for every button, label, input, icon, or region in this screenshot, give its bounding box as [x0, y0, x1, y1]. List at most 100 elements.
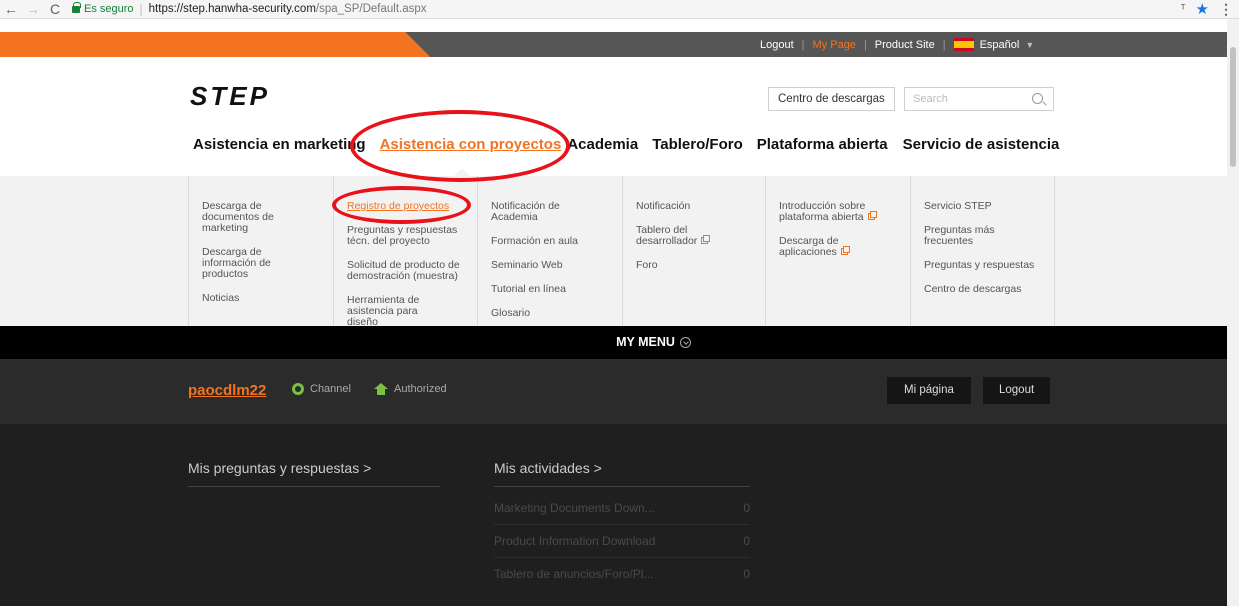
- menu-item[interactable]: Descarga de información de productos: [202, 247, 297, 280]
- my-menu-bar[interactable]: MY MENU: [0, 326, 1227, 359]
- chevron-down-icon: [679, 337, 691, 348]
- list-item[interactable]: Tablero de anuncios/Foro/Pl... 0: [494, 558, 750, 591]
- url-path: /spa_SP/Default.aspx: [315, 3, 427, 15]
- mega-menu: Descarga de documentos de marketing Desc…: [0, 176, 1227, 326]
- menu-item[interactable]: Notificación de Academia: [491, 201, 581, 223]
- menu-col-projects: Registro de proyectos Preguntas y respue…: [333, 176, 477, 326]
- utility-links: Logout | My Page | Product Site | Españo…: [760, 32, 1034, 57]
- home-icon: [374, 383, 388, 395]
- menu-item[interactable]: Preguntas y respuestas técn. del proyect…: [347, 225, 472, 247]
- activity-count: 0: [743, 567, 750, 581]
- mypage-link[interactable]: My Page: [813, 39, 856, 51]
- secure-label: Es seguro: [84, 3, 134, 15]
- page-scrollbar[interactable]: [1227, 19, 1239, 606]
- authorized-badge: Authorized: [374, 383, 447, 395]
- username-link[interactable]: paocdlm22: [188, 382, 266, 399]
- divider: |: [863, 38, 867, 51]
- caret-down-icon[interactable]: ▼: [1025, 40, 1034, 50]
- menu-item-app-download[interactable]: Descarga de aplicaciones: [779, 236, 869, 258]
- list-item[interactable]: Marketing Documents Down... 0: [494, 492, 750, 525]
- forward-icon[interactable]: →: [22, 0, 44, 19]
- menu-item[interactable]: Formación en aula: [491, 236, 616, 247]
- menu-item-label: Descarga de aplicaciones: [779, 235, 839, 258]
- menu-item[interactable]: Glosario: [491, 308, 616, 319]
- search-icon[interactable]: [1032, 93, 1043, 104]
- site-header: STEP Centro de descargas Asistencia en m…: [0, 69, 1227, 176]
- step-logo[interactable]: STEP: [190, 81, 270, 112]
- divider: [494, 486, 750, 487]
- external-link-icon: [867, 211, 877, 220]
- menu-item[interactable]: Noticias: [202, 293, 327, 304]
- menu-item[interactable]: Notificación: [636, 201, 761, 212]
- menu-col-open-platform: Introducción sobre plataforma abierta De…: [765, 176, 910, 326]
- activity-label: Marketing Documents Down...: [494, 501, 655, 515]
- divider: |: [801, 38, 805, 51]
- channel-icon: [292, 383, 304, 395]
- divider: |: [942, 38, 946, 51]
- authorized-label: Authorized: [394, 383, 447, 395]
- channel-badge: Channel: [292, 383, 351, 395]
- nav-board-forum[interactable]: Tablero/Foro: [652, 136, 743, 153]
- list-item[interactable]: Product Information Download 0: [494, 525, 750, 558]
- external-link-icon: [701, 235, 711, 244]
- browser-toolbar: ← → C Es seguro | https://step.hanwha-se…: [0, 0, 1239, 19]
- dropdown-pointer: [454, 168, 470, 176]
- security-indicator[interactable]: Es seguro: [72, 1, 134, 15]
- activities-section-title[interactable]: Mis actividades >: [494, 460, 602, 476]
- my-menu-label: MY MENU: [616, 335, 675, 349]
- menu-col-board: Notificación Tablero del desarrollador F…: [622, 176, 765, 326]
- menu-item[interactable]: Servicio STEP: [924, 201, 1049, 212]
- menu-item[interactable]: Preguntas más frecuentes: [924, 225, 1014, 247]
- menu-item[interactable]: Centro de descargas: [924, 284, 1049, 295]
- logout-button[interactable]: Logout: [983, 377, 1051, 404]
- lock-icon: [72, 1, 81, 15]
- activity-label: Product Information Download: [494, 534, 656, 548]
- search-input[interactable]: [905, 88, 1025, 110]
- divider: [188, 486, 440, 487]
- menu-item[interactable]: Herramienta de asistencia para diseño: [347, 295, 447, 327]
- address-bar[interactable]: https://step.hanwha-security.com/spa_SP/…: [149, 3, 427, 15]
- my-dashboard: Mis preguntas y respuestas > Mis activid…: [0, 424, 1227, 606]
- extension-icon[interactable]: ᵀ: [1181, 3, 1186, 15]
- menu-item[interactable]: Solicitud de producto de demostración (m…: [347, 260, 472, 282]
- back-icon[interactable]: ←: [0, 0, 22, 19]
- menu-col-support: Servicio STEP Preguntas más frecuentes P…: [910, 176, 1055, 326]
- top-logout-link[interactable]: Logout: [760, 39, 794, 51]
- menu-item[interactable]: Foro: [636, 260, 761, 271]
- my-page-button[interactable]: Mi página: [887, 377, 971, 404]
- nav-open-platform[interactable]: Plataforma abierta: [757, 136, 888, 153]
- language-selector[interactable]: Español: [980, 39, 1020, 51]
- activity-count: 0: [743, 501, 750, 515]
- orange-banner: [0, 32, 430, 57]
- menu-item[interactable]: Descarga de documentos de marketing: [202, 201, 297, 234]
- nav-academy[interactable]: Academia: [567, 136, 638, 153]
- menu-item[interactable]: Tutorial en línea: [491, 284, 616, 295]
- qa-section-title[interactable]: Mis preguntas y respuestas >: [188, 460, 371, 476]
- nav-projects[interactable]: Asistencia con proyectos: [380, 136, 562, 153]
- channel-label: Channel: [310, 383, 351, 395]
- user-bar: paocdlm22 Channel Authorized Mi página L…: [0, 359, 1227, 424]
- url-separator: |: [139, 2, 143, 16]
- main-nav: Asistencia en marketing Asistencia con p…: [193, 136, 1059, 153]
- more-menu-icon[interactable]: ⋮: [1219, 1, 1233, 18]
- menu-item-project-registration[interactable]: Registro de proyectos: [347, 201, 472, 212]
- download-center-button[interactable]: Centro de descargas: [768, 87, 895, 111]
- scrollbar-thumb[interactable]: [1230, 47, 1236, 167]
- search-box: [904, 87, 1054, 111]
- menu-col-academy: Notificación de Academia Formación en au…: [477, 176, 622, 326]
- menu-item-label: Introducción sobre plataforma abierta: [779, 200, 866, 223]
- menu-item-open-platform-intro[interactable]: Introducción sobre plataforma abierta: [779, 201, 884, 223]
- product-site-link[interactable]: Product Site: [875, 39, 935, 51]
- activity-label: Tablero de anuncios/Foro/Pl...: [494, 567, 654, 581]
- menu-item[interactable]: Seminario Web: [491, 260, 616, 271]
- top-utility-bar: Logout | My Page | Product Site | Españo…: [0, 19, 1227, 69]
- reload-icon[interactable]: C: [44, 0, 66, 19]
- nav-support[interactable]: Servicio de asistencia: [903, 136, 1060, 153]
- menu-item-developer-board[interactable]: Tablero del desarrollador: [636, 225, 736, 247]
- menu-col-marketing: Descarga de documentos de marketing Desc…: [188, 176, 333, 326]
- bookmark-star-icon[interactable]: ★: [1196, 0, 1209, 18]
- spain-flag-icon: [953, 38, 974, 51]
- nav-marketing[interactable]: Asistencia en marketing: [193, 136, 366, 153]
- menu-item[interactable]: Preguntas y respuestas: [924, 260, 1049, 271]
- menu-item-label: Tablero del desarrollador: [636, 224, 698, 247]
